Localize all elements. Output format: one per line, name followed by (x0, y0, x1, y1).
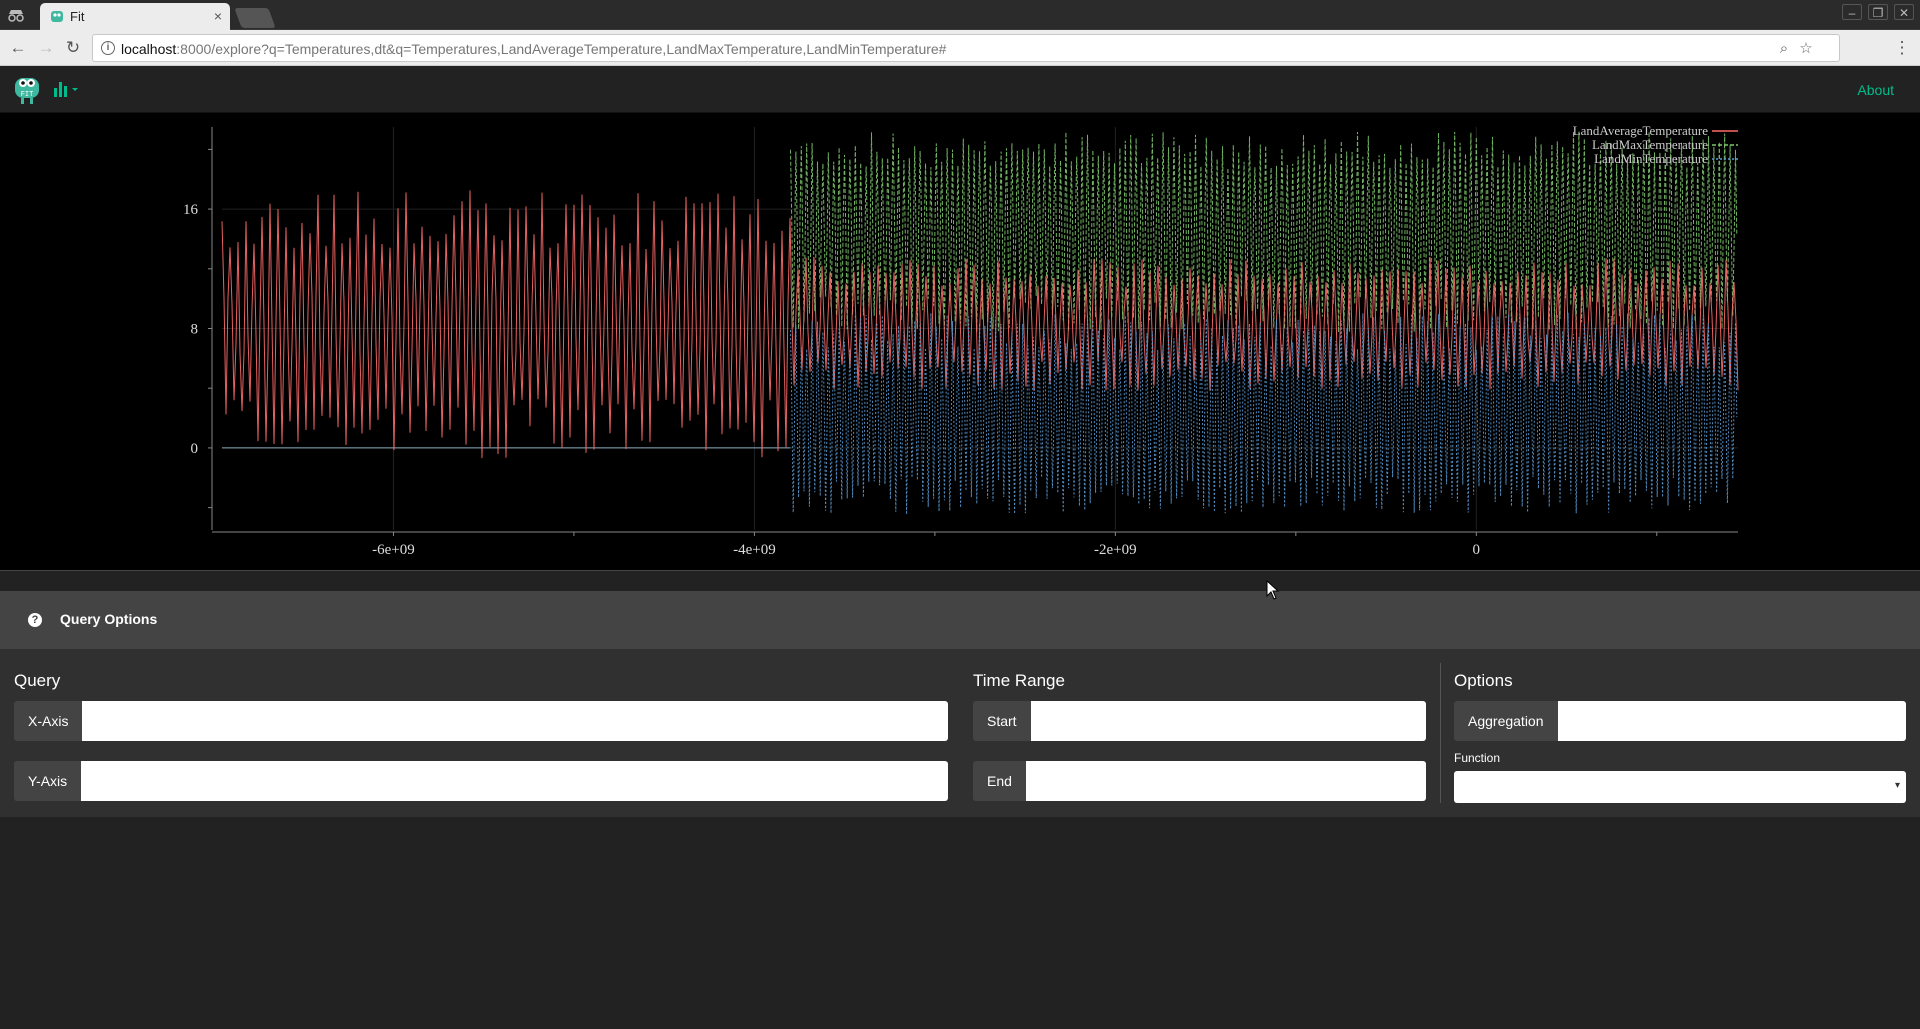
browser-menu-icon[interactable]: ⋮ (1892, 38, 1912, 58)
aggregation-label: Aggregation (1454, 701, 1558, 741)
help-icon[interactable]: ? (28, 613, 42, 627)
y-axis-input-group: Y-Axis (14, 761, 948, 801)
zoom-icon[interactable]: ⌕ (1775, 40, 1793, 58)
bookmark-star-icon[interactable]: ☆ (1797, 40, 1815, 58)
y-tick-label: 16 (183, 202, 199, 218)
start-input[interactable] (1030, 701, 1426, 741)
tab-title: Fit (70, 9, 85, 24)
browser-tabstrip: Fit × – ❐ ✕ (0, 0, 1920, 30)
x-axis-input[interactable] (82, 701, 948, 741)
x-tick-label: 0 (1473, 542, 1481, 558)
aggregation-input-group: Aggregation (1454, 701, 1906, 741)
tab-close-icon[interactable]: × (214, 8, 222, 24)
about-link[interactable]: About (1857, 82, 1894, 98)
legend-label: LandMinTemperature (1594, 151, 1708, 166)
start-input-group: Start (973, 701, 1426, 741)
app-navbar: FIT About (0, 66, 1920, 113)
svg-text:FIT: FIT (21, 91, 34, 99)
legend-label: LandAverageTemperature (1573, 123, 1708, 138)
y-axis-label: Y-Axis (14, 761, 82, 801)
function-label: Function (1454, 751, 1501, 765)
y-tick-label: 8 (191, 322, 199, 338)
x-tick-label: -6e+09 (372, 542, 415, 558)
address-url[interactable]: localhost:8000/explore?q=Temperatures,dt… (121, 41, 946, 57)
window-minimize-button[interactable]: – (1842, 4, 1862, 20)
chart-panel: -6e+09 -4e+09 -2e+09 0 0 8 16 LandAverageTemper… (0, 113, 1920, 571)
options-section-title: Options (1454, 671, 1513, 690)
incognito-icon (8, 10, 24, 22)
browser-toolbar: ← → ↻ i localhost:8000/explore?q=Tempera… (0, 30, 1920, 66)
query-options-panel: Query X-Axis Y-Axis Time Range Start End… (0, 649, 1920, 817)
time-range-section-title: Time Range (973, 671, 1065, 690)
bar-chart-icon (54, 88, 57, 97)
fit-logo[interactable]: FIT (12, 70, 42, 108)
legend-label: LandMaxTemperature (1592, 137, 1708, 152)
reload-icon[interactable]: ↻ (63, 38, 83, 58)
y-tick-label: 0 (191, 441, 199, 457)
end-input[interactable] (1025, 761, 1426, 801)
window-restore-button[interactable]: ❐ (1868, 4, 1888, 20)
fit-favicon-icon (51, 11, 63, 22)
end-label: End (973, 761, 1026, 801)
section-divider (1440, 663, 1441, 803)
temperature-line-chart: -6e+09 -4e+09 -2e+09 0 0 8 16 LandAverageTemper… (183, 123, 1739, 558)
end-input-group: End (973, 761, 1426, 801)
browser-tab-fit[interactable]: Fit × (40, 3, 230, 30)
x-axis-label: X-Axis (14, 701, 83, 741)
mouse-cursor-icon (1266, 580, 1280, 600)
query-options-header[interactable]: ? Query Options (0, 591, 1920, 649)
chevron-down-icon (72, 88, 78, 91)
series-line-LandMinTemperature (790, 312, 1738, 515)
x-tick-label: -4e+09 (733, 542, 776, 558)
window-close-button[interactable]: ✕ (1894, 4, 1914, 20)
function-select[interactable]: ▾ (1454, 771, 1906, 803)
info-icon[interactable]: i (101, 41, 115, 55)
x-tick-label: -2e+09 (1094, 542, 1137, 558)
back-arrow-icon[interactable]: ← (8, 38, 28, 58)
new-tab-button[interactable] (234, 8, 276, 28)
x-axis-input-group: X-Axis (14, 701, 948, 741)
address-bar[interactable]: i localhost:8000/explore?q=Temperatures,… (92, 34, 1840, 62)
chart-type-dropdown[interactable] (54, 80, 80, 98)
start-label: Start (973, 701, 1031, 741)
aggregation-input[interactable] (1557, 701, 1906, 741)
query-section-title: Query (14, 671, 61, 690)
select-caret-icon: ▾ (1894, 780, 1900, 791)
forward-arrow-icon[interactable]: → (36, 38, 56, 58)
y-axis-input[interactable] (81, 761, 948, 801)
query-options-title: Query Options (60, 611, 158, 627)
